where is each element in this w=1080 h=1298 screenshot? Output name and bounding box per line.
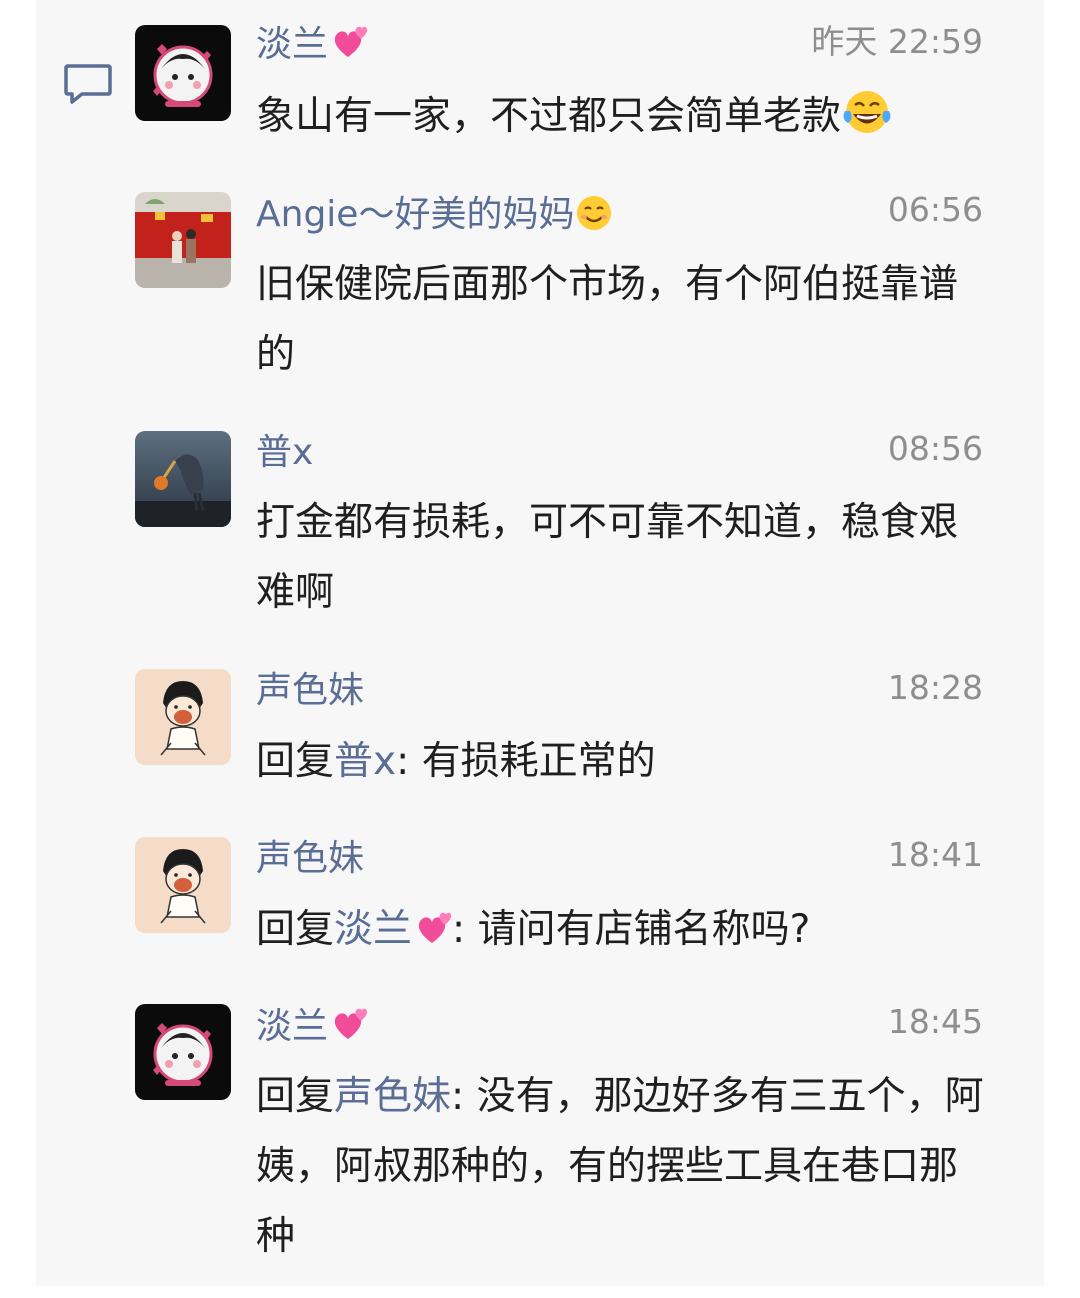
- message-text: 回复淡兰 : 请问有店铺名称吗?: [256, 895, 986, 971]
- avatar[interactable]: [135, 837, 231, 933]
- timestamp: 18:41: [887, 835, 983, 874]
- heart-emoji-icon: [328, 22, 368, 73]
- message-body: 象山有一家，不过都只会简单老款: [256, 94, 842, 139]
- avatar[interactable]: [135, 431, 231, 527]
- username-text: 声色妹: [256, 670, 365, 711]
- photo-two-people-red-background-avatar-icon: [135, 192, 231, 288]
- username[interactable]: 普x: [256, 431, 313, 475]
- username[interactable]: 声色妹: [256, 669, 364, 713]
- photo-heron-catching-crab-avatar-icon: [135, 431, 231, 527]
- reply-mention-link[interactable]: 声色妹: [334, 1074, 451, 1119]
- message-body: : 有损耗正常的: [396, 739, 656, 784]
- message-text: 回复声色妹: 没有，那边好多有三五个，阿姨，阿叔那种的，有的摆些工具在巷口那种: [256, 1062, 986, 1272]
- heart-emoji-icon: [328, 1004, 368, 1055]
- black-cartoon-girl-avatar-icon: [135, 25, 231, 121]
- username[interactable]: 声色妹: [256, 837, 364, 881]
- username-text: 声色妹: [256, 838, 365, 879]
- heart-emoji-icon: [412, 901, 452, 971]
- reply-prefix: 回复: [256, 1074, 335, 1119]
- timestamp: 18:45: [887, 1002, 983, 1041]
- avatar[interactable]: [135, 192, 231, 288]
- laughing-tears-emoji-icon: [841, 88, 893, 158]
- cartoon-girl-eating-avatar-icon: [135, 837, 231, 933]
- reply-prefix: 回复: [256, 739, 335, 784]
- avatar[interactable]: [135, 25, 231, 121]
- message-text: 象山有一家，不过都只会简单老款: [256, 82, 986, 158]
- message-text: 旧保健院后面那个市场，有个阿伯挺靠谱的: [256, 262, 959, 377]
- timestamp: 昨天 22:59: [811, 22, 983, 61]
- username-text: 普x: [256, 432, 314, 473]
- comment-icon[interactable]: [62, 60, 114, 108]
- timestamp: 18:28: [887, 668, 983, 707]
- timestamp: 08:56: [887, 429, 983, 468]
- reply-mention-link[interactable]: 普x: [334, 739, 396, 784]
- smiling-face-emoji-icon: [574, 192, 614, 243]
- username[interactable]: 淡兰: [256, 22, 368, 73]
- username[interactable]: Angie～好美的妈妈: [256, 192, 614, 243]
- reply-mention-text: 淡兰: [334, 907, 413, 952]
- message-text: 回复普x: 有损耗正常的: [256, 727, 986, 797]
- reply-mention-link[interactable]: 淡兰: [334, 907, 452, 952]
- message-text: 打金都有损耗，可不可靠不知道，稳食艰难啊: [256, 500, 959, 615]
- cartoon-girl-eating-avatar-icon: [135, 669, 231, 765]
- username-text: 淡兰: [256, 1006, 329, 1047]
- avatar[interactable]: [135, 669, 231, 765]
- username-text: 淡兰: [256, 24, 329, 65]
- username[interactable]: 淡兰: [256, 1004, 368, 1055]
- reply-prefix: 回复: [256, 907, 335, 952]
- avatar[interactable]: [135, 1004, 231, 1100]
- username-text: Angie～好美的妈妈: [256, 194, 575, 235]
- message-body: : 请问有店铺名称吗?: [452, 907, 811, 952]
- black-cartoon-girl-avatar-icon: [135, 1004, 231, 1100]
- timestamp: 06:56: [887, 190, 983, 229]
